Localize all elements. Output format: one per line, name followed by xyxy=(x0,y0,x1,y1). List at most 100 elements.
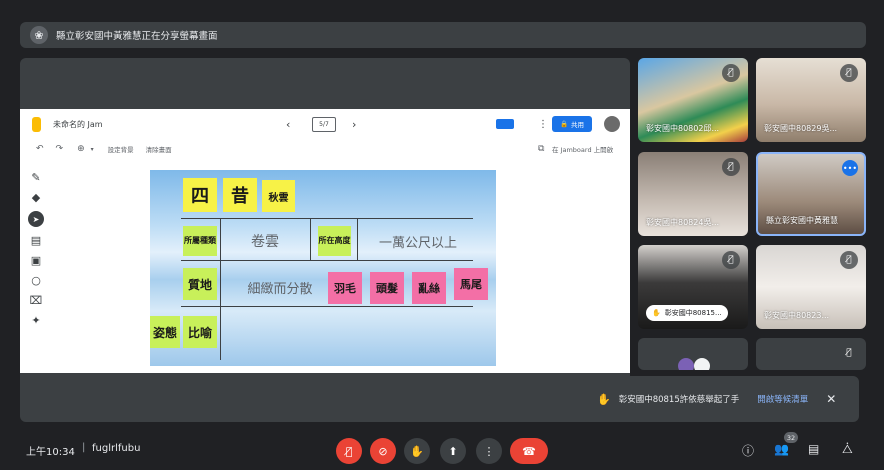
prev-frame-icon[interactable]: ‹ xyxy=(286,118,290,131)
circle-icon[interactable]: ○ xyxy=(31,274,41,287)
open-queue-button[interactable]: 開啟等候清單 xyxy=(757,393,808,405)
redo-icon[interactable]: ↷ xyxy=(56,144,64,154)
raised-hand-chip: ✋ 彰安國中80815... xyxy=(646,305,728,321)
note-toufa[interactable]: 頭髮 xyxy=(370,272,404,304)
note-si[interactable]: 四 xyxy=(183,178,217,212)
present-label[interactable]: 在 Jamboard 上開啟 xyxy=(552,144,613,154)
participant-tile[interactable]: 🎙̸ xyxy=(756,338,866,370)
present-screen-icon[interactable]: ⧉ xyxy=(538,144,544,154)
presenting-text: 縣立彰安國中黃雅慧正在分享螢幕畫面 xyxy=(56,31,218,42)
chat-icon[interactable]: ▤ xyxy=(808,442,819,456)
tool-sidebar: ✎ ◆ ➤ ▤ ▣ ○ ⌧ ✦ xyxy=(24,171,48,367)
toast-text: 彰安國中80815許依慈舉起了手 xyxy=(618,395,740,405)
note-zhidi[interactable]: 質地 xyxy=(183,268,217,300)
participant-tile[interactable]: 🎙̸ 彰安國中80829吳... xyxy=(756,58,866,142)
more-options-icon: ⋮ xyxy=(483,444,495,458)
phone-icon: ☎ xyxy=(522,444,536,458)
mic-off-icon: 🎙̸ xyxy=(722,158,740,176)
bottom-bar: 上午10:34 | fuglrlfubu 🎙̸ ⊘ ✋ ⬆ ⋮ ☎ ⓘ 👥 32… xyxy=(0,428,884,470)
camera-toggle-button[interactable]: ⊘ xyxy=(370,438,396,464)
grid-line xyxy=(310,218,311,260)
participant-tile[interactable]: 🎙̸ 彰安國中80824吳... xyxy=(638,152,748,236)
note-biyu[interactable]: 比喻 xyxy=(183,316,217,348)
hand-icon: ✋ xyxy=(597,392,611,406)
jam-canvas: 四 昔 秋雲 所屬種類 卷雲 所在高度 一萬公尺以上 質地 細緻而分散 羽毛 頭… xyxy=(150,170,496,366)
people-count-badge: 32 xyxy=(784,432,798,443)
text-gaodu[interactable]: 一萬公尺以上 xyxy=(362,228,474,254)
mic-off-icon: 🎙̸ xyxy=(840,64,858,82)
grid-line xyxy=(181,218,473,219)
sticky-note-icon[interactable]: ▤ xyxy=(31,234,41,247)
note-zitai[interactable]: 姿態 xyxy=(150,316,180,348)
select-icon[interactable]: ➤ xyxy=(28,211,44,227)
hand-icon: ✋ xyxy=(410,444,424,458)
more-options-icon[interactable]: ⋮ xyxy=(538,119,548,130)
raised-hand-toast: ✋ 彰安國中80815許依慈舉起了手 開啟等候清單 ✕ xyxy=(583,376,859,422)
raise-hand-button[interactable]: ✋ xyxy=(404,438,430,464)
zoom-icon[interactable]: ⊕ xyxy=(77,144,85,154)
participant-tile[interactable]: 🎙̸ 彰安國中80823... xyxy=(756,245,866,329)
divider: | xyxy=(82,442,86,453)
text-juanyun[interactable]: 卷雲 xyxy=(234,228,296,254)
share-button[interactable]: 🔒 共用 xyxy=(552,116,592,132)
activities-icon[interactable]: ⧊ xyxy=(842,442,853,457)
note-suozai[interactable]: 所在高度 xyxy=(318,226,351,256)
participant-tile[interactable] xyxy=(638,338,748,370)
lock-icon: 🔒 xyxy=(559,120,569,128)
grid-line xyxy=(181,306,473,307)
more-options-button[interactable]: ⋮ xyxy=(476,438,502,464)
meeting-code: fuglrlfubu xyxy=(92,443,141,454)
hand-icon: ✋ xyxy=(652,309,661,317)
end-call-button[interactable]: ☎ xyxy=(510,438,548,464)
participant-name: 彰安國中80802邱... xyxy=(646,124,720,133)
note-xi[interactable]: 昔 xyxy=(223,178,257,212)
note-yumao[interactable]: 羽毛 xyxy=(328,272,362,304)
mic-off-icon: 🎙̸ xyxy=(840,251,858,269)
participant-name: 縣立彰安國中黃雅慧 xyxy=(766,216,838,225)
pen-icon[interactable]: ✎ xyxy=(31,171,40,184)
clear-frame-button[interactable]: 清除畫面 xyxy=(146,144,172,154)
note-luansi[interactable]: 亂絲 xyxy=(412,272,446,304)
frame-number: 5/7 xyxy=(319,121,329,128)
camera-off-icon: ⊘ xyxy=(378,444,388,458)
jam-title[interactable]: 未命名的 Jam xyxy=(53,119,103,130)
jamboard-header: 未命名的 Jam ‹ 5/7 › ⋮ 🔒 共用 xyxy=(20,109,630,139)
zoom-dropdown-icon[interactable]: ▾ xyxy=(91,146,94,153)
laser-icon[interactable]: ✦ xyxy=(31,314,40,327)
mic-toggle-button[interactable]: 🎙̸ xyxy=(336,438,362,464)
mic-off-icon: 🎙̸ xyxy=(722,251,740,269)
presenting-banner: ❀ 縣立彰安國中黃雅慧正在分享螢幕畫面 xyxy=(20,22,866,48)
undo-icon[interactable]: ↶ xyxy=(36,144,44,154)
next-frame-icon[interactable]: › xyxy=(352,118,356,131)
mic-off-icon: 🎙̸ xyxy=(722,64,740,82)
participant-tile[interactable]: 🎙̸ ✋ 彰安國中80815... xyxy=(638,245,748,329)
text-box-icon[interactable]: ⌧ xyxy=(30,294,43,307)
avatar xyxy=(694,358,710,370)
participant-tile-active[interactable]: ••• 縣立彰安國中黃雅慧 xyxy=(756,152,866,236)
account-avatar[interactable] xyxy=(604,116,620,132)
participant-tile[interactable]: 🎙̸ 彰安國中80802邱... xyxy=(638,58,748,142)
grid-line xyxy=(181,260,473,261)
present-icon[interactable] xyxy=(496,119,514,129)
clock: 上午10:34 xyxy=(26,447,75,458)
note-mawei[interactable]: 馬尾 xyxy=(454,268,488,300)
more-options-icon[interactable]: ••• xyxy=(842,160,858,176)
text-xizhi[interactable]: 細緻而分散 xyxy=(234,274,326,300)
frame-indicator[interactable]: 5/7 xyxy=(312,117,336,132)
jamboard-window: 未命名的 Jam ‹ 5/7 › ⋮ 🔒 共用 ↶ ↷ ⊕ ▾ 設定背景 清除畫… xyxy=(20,109,630,373)
people-count: 32 xyxy=(786,433,796,442)
note-suoshu[interactable]: 所屬種類 xyxy=(183,226,217,256)
close-icon[interactable]: ✕ xyxy=(826,392,836,406)
participant-name: 彰安國中80829吳... xyxy=(764,124,838,133)
presenter-avatar: ❀ xyxy=(30,26,48,44)
present-icon: ⬆ xyxy=(448,444,458,458)
set-background-button[interactable]: 設定背景 xyxy=(108,144,134,154)
eraser-icon[interactable]: ◆ xyxy=(32,191,40,204)
present-button[interactable]: ⬆ xyxy=(440,438,466,464)
image-icon[interactable]: ▣ xyxy=(31,254,41,267)
note-qiuyun[interactable]: 秋雲 xyxy=(262,180,295,212)
info-icon[interactable]: ⓘ xyxy=(742,442,754,459)
people-icon[interactable]: 👥 xyxy=(774,442,789,456)
mic-off-icon: 🎙̸ xyxy=(840,344,858,362)
jamboard-logo-icon xyxy=(32,116,41,132)
